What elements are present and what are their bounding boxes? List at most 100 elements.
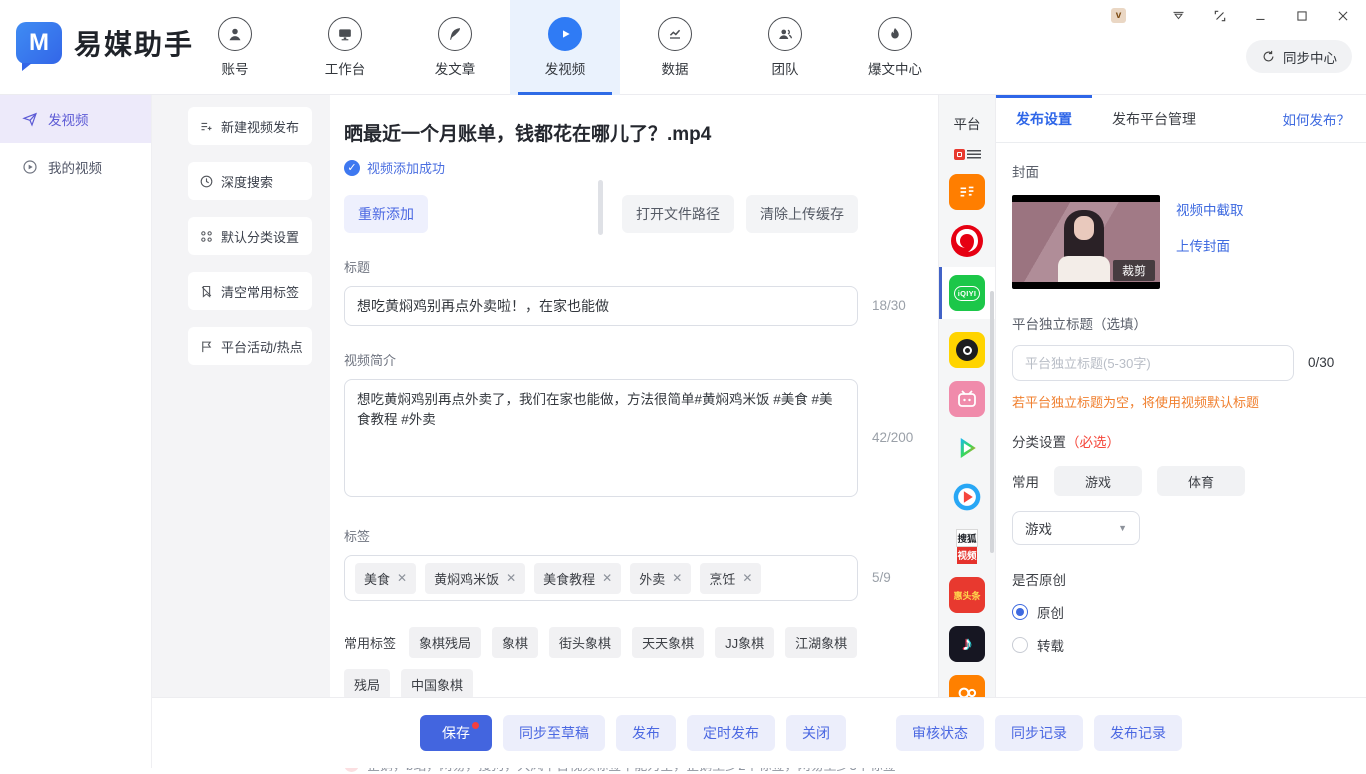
sync-log-button[interactable]: 同步记录 <box>995 715 1083 751</box>
tags-label: 标签 <box>344 526 938 545</box>
screenshot-icon[interactable] <box>1213 9 1227 23</box>
open-file-path-button[interactable]: 打开文件路径 <box>622 195 734 233</box>
main-content: 晒最近一个月账单，钱都花在哪儿了？.mp4 ✓ 视频添加成功 重新添加 打开文件… <box>330 95 938 697</box>
orange-news-platform-icon[interactable] <box>949 174 985 210</box>
category-option-game[interactable]: 游戏 <box>1054 466 1142 496</box>
close-icon[interactable] <box>1336 9 1350 23</box>
tab-platform-management[interactable]: 发布平台管理 <box>1092 95 1216 142</box>
audit-status-button[interactable]: 审核状态 <box>896 715 984 751</box>
iqiyi-icon[interactable]: iQIYI <box>949 275 985 311</box>
app-logo: M 易媒助手 <box>16 22 194 64</box>
ifeng-icon[interactable] <box>949 223 985 259</box>
sync-to-draft-button[interactable]: 同步至草稿 <box>503 715 605 751</box>
common-tag[interactable]: 江湖象棋 <box>785 627 857 658</box>
minimize-icon[interactable] <box>1254 9 1268 23</box>
publish-log-button[interactable]: 发布记录 <box>1094 715 1182 751</box>
default-category-button[interactable]: 默认分类设置 <box>188 217 312 255</box>
sidebar-item-publish-video[interactable]: 发视频 <box>0 95 151 143</box>
content-scrollbar[interactable] <box>598 180 603 235</box>
maximize-icon[interactable] <box>1295 9 1309 23</box>
category-select[interactable]: 游戏 ▼ <box>1012 511 1140 545</box>
haokan-video-icon[interactable] <box>949 479 985 515</box>
common-tag[interactable]: 象棋残局 <box>409 627 481 658</box>
window-controls: v <box>1111 8 1350 23</box>
new-video-publish-button[interactable]: 新建视频发布 <box>188 107 312 145</box>
platform-title-input[interactable] <box>1012 345 1294 381</box>
video-file-title: 晒最近一个月账单，钱都花在哪儿了？.mp4 <box>344 119 938 146</box>
nav-item-account[interactable]: 账号 <box>180 0 290 95</box>
deep-search-button[interactable]: 深度搜索 <box>188 162 312 200</box>
platform-scrollbar[interactable] <box>990 291 994 553</box>
platform-column-label: 平台 <box>939 113 995 133</box>
workbench-icon <box>328 17 362 51</box>
tags-input[interactable]: 美食✕ 黄焖鸡米饭✕ 美食教程✕ 外卖✕ 烹饪✕ <box>344 555 858 601</box>
menu-chevron-icon[interactable] <box>1171 8 1186 23</box>
tray-icon: v <box>1111 8 1126 23</box>
common-tag[interactable]: 象棋 <box>492 627 538 658</box>
common-tag[interactable]: 中国象棋 <box>401 669 473 700</box>
tag-remove-icon[interactable]: ✕ <box>672 571 682 585</box>
crop-badge[interactable]: 裁剪 <box>1113 260 1155 281</box>
bilibili-icon[interactable] <box>949 381 985 417</box>
cover-thumbnail[interactable]: 裁剪 <box>1012 195 1160 289</box>
chart-icon <box>658 17 692 51</box>
douyin-icon[interactable]: ♪ <box>949 626 985 662</box>
send-icon <box>22 111 38 127</box>
tag-remove-icon[interactable]: ✕ <box>742 571 752 585</box>
common-tag[interactable]: 残局 <box>344 669 390 700</box>
platform-column: 平台 iQIYI <box>938 95 995 697</box>
clear-common-tags-button[interactable]: 清空常用标签 <box>188 272 312 310</box>
nav-item-team[interactable]: 团队 <box>730 0 840 95</box>
upload-cover-link[interactable]: 上传封面 <box>1176 235 1244 255</box>
readd-button[interactable]: 重新添加 <box>344 195 428 233</box>
publish-button[interactable]: 发布 <box>616 715 676 751</box>
common-category-label: 常用 <box>1012 471 1039 491</box>
cover-label: 封面 <box>1012 161 1350 181</box>
publish-panel: 发布设置 发布平台管理 如何发布？ 封面 裁剪 视频中截取 上传封面 平台独立标… <box>995 95 1366 697</box>
nav-item-video[interactable]: 发视频 <box>510 0 620 95</box>
tag-item: 黄焖鸡米饭✕ <box>425 563 525 594</box>
tag-remove-icon[interactable]: ✕ <box>397 571 407 585</box>
common-tag[interactable]: 街头象棋 <box>549 627 621 658</box>
common-tag[interactable]: JJ象棋 <box>715 627 774 658</box>
toutiao-icon[interactable] <box>954 147 981 161</box>
kuaishou-icon[interactable] <box>949 675 985 697</box>
tag-item: 美食✕ <box>355 563 416 594</box>
tencent-video-icon[interactable] <box>949 430 985 466</box>
category-option-sports[interactable]: 体育 <box>1157 466 1245 496</box>
title-input[interactable] <box>344 286 858 326</box>
title-counter: 18/30 <box>872 298 906 313</box>
original-label: 是否原创 <box>1012 569 1350 589</box>
play-icon <box>548 17 582 51</box>
common-tag[interactable]: 天天象棋 <box>632 627 704 658</box>
close-button[interactable]: 关闭 <box>786 715 846 751</box>
record-platform-icon[interactable] <box>949 332 985 368</box>
clear-upload-cache-button[interactable]: 清除上传缓存 <box>746 195 858 233</box>
tab-publish-settings[interactable]: 发布设置 <box>996 95 1092 142</box>
sync-center-button[interactable]: 同步中心 <box>1246 40 1352 73</box>
nav-item-hot-center[interactable]: 爆文中心 <box>840 0 950 95</box>
nav-item-article[interactable]: 发文章 <box>400 0 510 95</box>
radio-repost[interactable]: 转载 <box>1012 635 1350 655</box>
tag-remove-icon[interactable]: ✕ <box>506 571 516 585</box>
nav-item-data[interactable]: 数据 <box>620 0 730 95</box>
feather-icon <box>438 17 472 51</box>
save-button[interactable]: 保存 <box>420 715 492 751</box>
logo-icon: M <box>16 22 62 64</box>
capture-from-video-link[interactable]: 视频中截取 <box>1176 199 1244 219</box>
nav-item-workbench[interactable]: 工作台 <box>290 0 400 95</box>
app-name: 易媒助手 <box>74 23 194 63</box>
platform-activity-button[interactable]: 平台活动/热点 <box>188 327 312 365</box>
common-tags-label: 常用标签 <box>344 633 396 652</box>
how-to-publish-link[interactable]: 如何发布？ <box>1283 109 1351 129</box>
huitoutiao-icon[interactable]: 惠头条 <box>949 577 985 613</box>
sohu-video-icon[interactable]: 搜狐 视频 <box>950 528 984 564</box>
schedule-publish-button[interactable]: 定时发布 <box>687 715 775 751</box>
flag-icon <box>199 339 214 354</box>
publish-tabs: 发布设置 发布平台管理 如何发布？ <box>996 95 1366 143</box>
platform-title-note: 若平台独立标题为空，将使用视频默认标题 <box>1012 392 1350 411</box>
radio-original[interactable]: 原创 <box>1012 602 1350 622</box>
description-textarea[interactable]: 想吃黄焖鸡别再点外卖了，我们在家也能做，方法很简单#黄焖鸡米饭 #美食 #美食教… <box>344 379 858 497</box>
tag-remove-icon[interactable]: ✕ <box>602 571 612 585</box>
sidebar-item-my-videos[interactable]: 我的视频 <box>0 143 151 191</box>
